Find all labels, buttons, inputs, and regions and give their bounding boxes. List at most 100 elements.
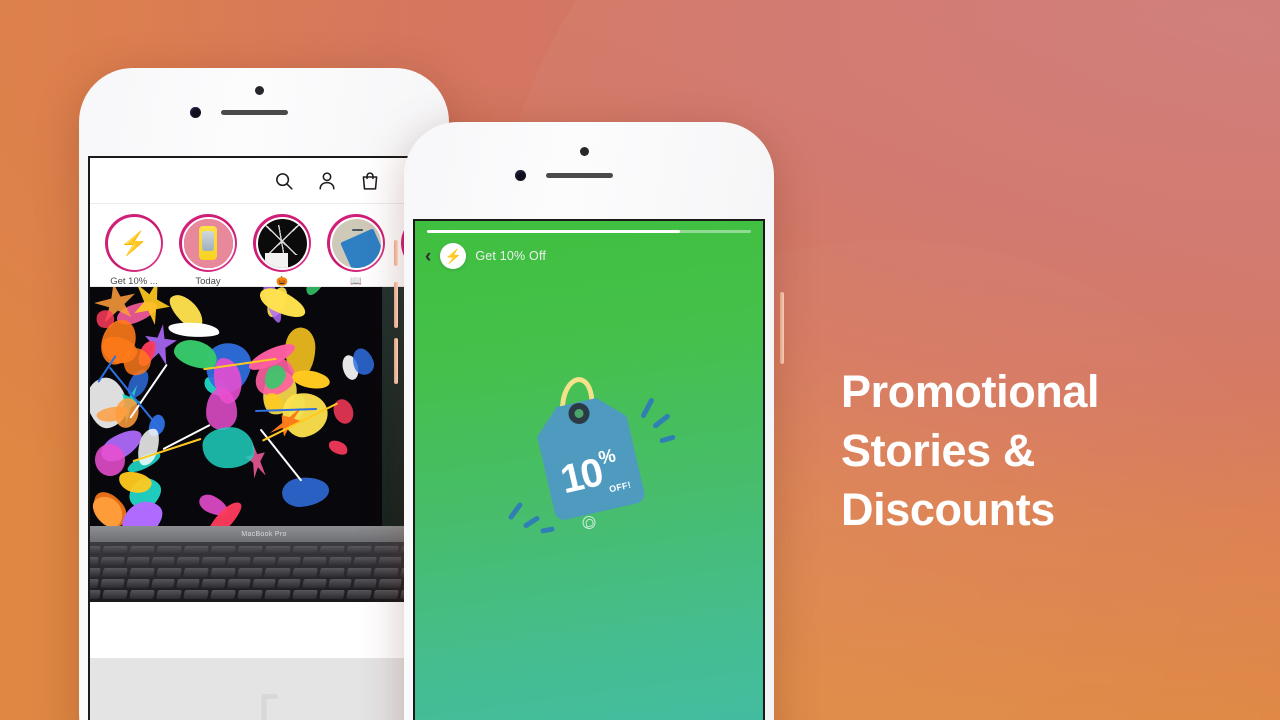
storefront-header <box>90 158 438 204</box>
story-label: 🎃 <box>252 276 312 287</box>
keyboard-key <box>227 557 251 566</box>
sparkle-mark <box>523 515 541 529</box>
keyboard-key <box>238 590 264 599</box>
keyboard-key <box>302 557 326 566</box>
keyboard-key <box>277 557 301 566</box>
keyboard-key <box>378 579 402 588</box>
storefront-product-card[interactable] <box>90 658 438 720</box>
keyboard-key <box>265 568 291 577</box>
keyboard-key <box>176 557 200 566</box>
story-ring <box>179 214 237 272</box>
back-chevron-icon[interactable]: ‹ <box>425 247 431 266</box>
story-progress-fill <box>427 230 680 233</box>
volume-up-button[interactable] <box>394 282 398 328</box>
volume-down-button[interactable] <box>394 338 398 384</box>
story-ring <box>253 214 311 272</box>
keyboard-key <box>183 546 209 555</box>
page-title-line-3: Discounts <box>841 480 1241 539</box>
keyboard-key <box>227 579 251 588</box>
keyboard-key <box>238 568 264 577</box>
story-author-avatar[interactable]: ⚡ <box>440 243 466 269</box>
keyboard-key <box>176 579 200 588</box>
wallpaper-shape <box>256 287 309 324</box>
keyboard-key <box>183 590 209 599</box>
keyboard-key <box>126 579 150 588</box>
story-item-1[interactable]: Today <box>178 214 238 280</box>
keyboard-key <box>156 568 182 577</box>
keyboard-key <box>252 557 276 566</box>
story-item-2[interactable]: 🎃 <box>252 214 312 280</box>
keyboard-key <box>211 590 237 599</box>
earpiece-speaker <box>221 110 288 115</box>
sparkle-mark <box>640 397 655 419</box>
story-ring <box>327 214 385 272</box>
keyboard-key <box>156 546 182 555</box>
keyboard-row <box>90 568 438 577</box>
keyboard-key <box>90 568 101 577</box>
keyboard-key <box>319 568 345 577</box>
keyboard-row <box>90 590 438 599</box>
account-icon[interactable] <box>316 170 338 192</box>
page-title-line-2: Stories & <box>841 421 1241 480</box>
keyboard-key <box>211 568 237 577</box>
story-progress-bars <box>427 230 751 233</box>
earpiece-speaker <box>546 173 613 178</box>
story-avatar <box>182 217 235 270</box>
story-author-name: Get 10% Off <box>475 249 546 263</box>
sparkle-mark <box>659 434 676 443</box>
story-item-3[interactable]: 📖 <box>326 214 386 280</box>
story-header: ‹ ⚡ Get 10% Off <box>425 243 753 269</box>
keyboard-key <box>265 590 291 599</box>
page-title-line-1: Promotional <box>841 362 1241 421</box>
keyboard-key <box>211 546 237 555</box>
wallpaper-shape <box>330 396 356 426</box>
keyboard-key <box>346 568 372 577</box>
keyboard-key <box>328 557 352 566</box>
proximity-sensor-icon <box>580 147 589 156</box>
keyboard-key <box>129 590 155 599</box>
keyboard-key <box>353 557 377 566</box>
keyboard-key <box>328 579 352 588</box>
keyboard-key <box>201 557 225 566</box>
keyboard-key <box>102 568 128 577</box>
sparkle-mark <box>652 413 671 429</box>
keyboard-row <box>90 546 438 555</box>
shopping-bag-icon[interactable] <box>359 170 381 192</box>
keyboard-key <box>129 546 155 555</box>
laptop-keyboard <box>90 542 438 602</box>
story-thumbnail <box>184 219 233 268</box>
power-button[interactable] <box>780 292 784 364</box>
keyboard-key <box>151 557 175 566</box>
story-thumbnail <box>258 219 307 268</box>
story-item-0[interactable]: ⚡ Get 10% ... <box>104 214 164 280</box>
keyboard-key <box>319 590 345 599</box>
story-tray: ⚡ Get 10% ... Today 🎃 📖 <box>90 204 438 287</box>
brand-logo-icon <box>581 515 597 531</box>
wallpaper-shape <box>202 426 255 469</box>
front-camera-icon <box>515 170 526 181</box>
keyboard-key <box>373 568 399 577</box>
keyboard-key <box>302 579 326 588</box>
story-viewer[interactable]: ‹ ⚡ Get 10% Off 10 % OFF! <box>415 221 763 720</box>
story-thumbnail <box>332 219 381 268</box>
story-ring: ⚡ <box>105 214 163 272</box>
keyboard-key <box>126 557 150 566</box>
keyboard-key <box>353 579 377 588</box>
keyboard-key <box>346 546 372 555</box>
search-icon[interactable] <box>273 170 295 192</box>
story-avatar <box>256 217 309 270</box>
keyboard-key <box>102 546 128 555</box>
keyboard-key <box>378 557 402 566</box>
keyboard-key <box>346 590 372 599</box>
hero-product-image: MacBook Pro <box>90 287 438 602</box>
keyboard-key <box>265 546 291 555</box>
wallpaper-shape <box>303 287 327 298</box>
keyboard-key <box>129 568 155 577</box>
mute-switch[interactable] <box>394 240 398 266</box>
keyboard-key <box>292 590 318 599</box>
story-label: 📖 <box>326 276 386 287</box>
sparkle-mark <box>508 501 524 520</box>
lightning-bolt-icon: ⚡ <box>120 232 149 255</box>
keyboard-key <box>100 579 124 588</box>
right-phone-screen: ‹ ⚡ Get 10% Off 10 % OFF! <box>413 219 765 720</box>
